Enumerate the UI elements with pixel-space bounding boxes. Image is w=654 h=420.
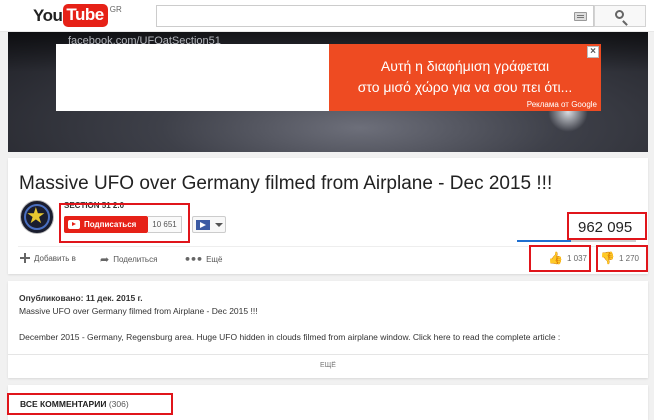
search-icon — [615, 10, 624, 19]
thumbs-up-icon: 👍 — [548, 251, 563, 265]
channel-name[interactable]: SECTION 51 2.0 — [64, 201, 124, 210]
youtube-play-icon — [68, 220, 80, 229]
logo-region-code: GR — [109, 5, 122, 14]
masthead: You Tube GR — [0, 0, 654, 32]
logo-tube-text: Tube — [63, 4, 108, 27]
video-description: Опубликовано: 11 дек. 2015 г. Massive UF… — [8, 281, 648, 378]
subscribe-label: Подписаться — [84, 220, 137, 229]
add-to-button[interactable]: Добавить в — [20, 253, 76, 263]
comments-count: (306) — [108, 399, 129, 409]
ad-text-line2: στο μισό χώρο για να σου πει ότι... — [357, 79, 573, 95]
comments-title: ВСЕ КОММЕНТАРИИ — [20, 399, 107, 409]
divider — [8, 354, 648, 355]
channel-avatar[interactable]: ★ — [20, 200, 54, 234]
more-actions-label: Ещё — [206, 255, 223, 264]
search-button[interactable] — [594, 5, 646, 27]
subscriber-count: 10 651 — [148, 216, 182, 233]
published-date: Опубликовано: 11 дек. 2015 г. — [19, 293, 143, 303]
star-icon: ★ — [26, 204, 46, 229]
add-to-label: Добавить в — [34, 253, 76, 263]
ad-banner[interactable]: Αυτή η διαφήμιση γράφεται στο μισό χώρο … — [329, 44, 601, 111]
add-to-playlist-button[interactable] — [192, 216, 226, 233]
like-count: 1 037 — [566, 253, 587, 263]
share-button[interactable]: ➦ Поделиться — [100, 253, 157, 266]
divider — [18, 246, 638, 247]
youtube-logo[interactable]: You Tube GR — [33, 4, 122, 28]
search-input[interactable] — [156, 5, 594, 27]
dislike-button[interactable]: 👎 1 270 — [600, 251, 639, 265]
dislike-count: 1 270 — [618, 253, 639, 263]
show-more-button[interactable]: ЕЩЁ — [8, 362, 648, 369]
subscribe-button[interactable]: Подписаться — [64, 216, 148, 233]
keyboard-icon[interactable] — [574, 12, 587, 21]
video-player[interactable]: facebook.com/UFOatSection51 Αυτή η διαφή… — [8, 32, 648, 152]
ad-close-button[interactable]: × — [587, 46, 599, 58]
share-icon: ➦ — [100, 253, 110, 266]
playlist-play-icon — [196, 220, 210, 230]
ad-credit: Реклама от Google — [526, 100, 597, 109]
logo-you-text: You — [33, 6, 63, 25]
comments-header: ВСЕ КОММЕНТАРИИ (306) — [20, 399, 129, 409]
more-actions-button[interactable]: ••• Ещё — [184, 253, 222, 266]
like-button[interactable]: 👍 1 037 — [548, 251, 587, 265]
thumbs-down-icon: 👎 — [600, 251, 615, 265]
view-count: 962 095 — [578, 219, 633, 236]
like-dislike-bar — [517, 240, 636, 242]
description-line: December 2015 - Germany, Regensburg area… — [19, 332, 561, 342]
video-title: Massive UFO over Germany filmed from Air… — [19, 173, 553, 194]
like-ratio-fill — [517, 240, 571, 242]
overlay-ad[interactable]: Αυτή η διαφήμιση γράφεται στο μισό χώρο … — [56, 44, 601, 111]
comments-section: ВСЕ КОММЕНТАРИИ (306) — [8, 385, 648, 420]
video-info-card: Massive UFO over Germany filmed from Air… — [8, 158, 648, 274]
description-line: Massive UFO over Germany filmed from Air… — [19, 306, 258, 316]
more-dots-icon: ••• — [184, 253, 203, 266]
share-label: Поделиться — [113, 255, 158, 264]
plus-icon — [20, 253, 30, 263]
ad-text-line1: Αυτή η διαφήμιση γράφεται — [380, 58, 550, 74]
chevron-down-icon — [215, 223, 223, 227]
